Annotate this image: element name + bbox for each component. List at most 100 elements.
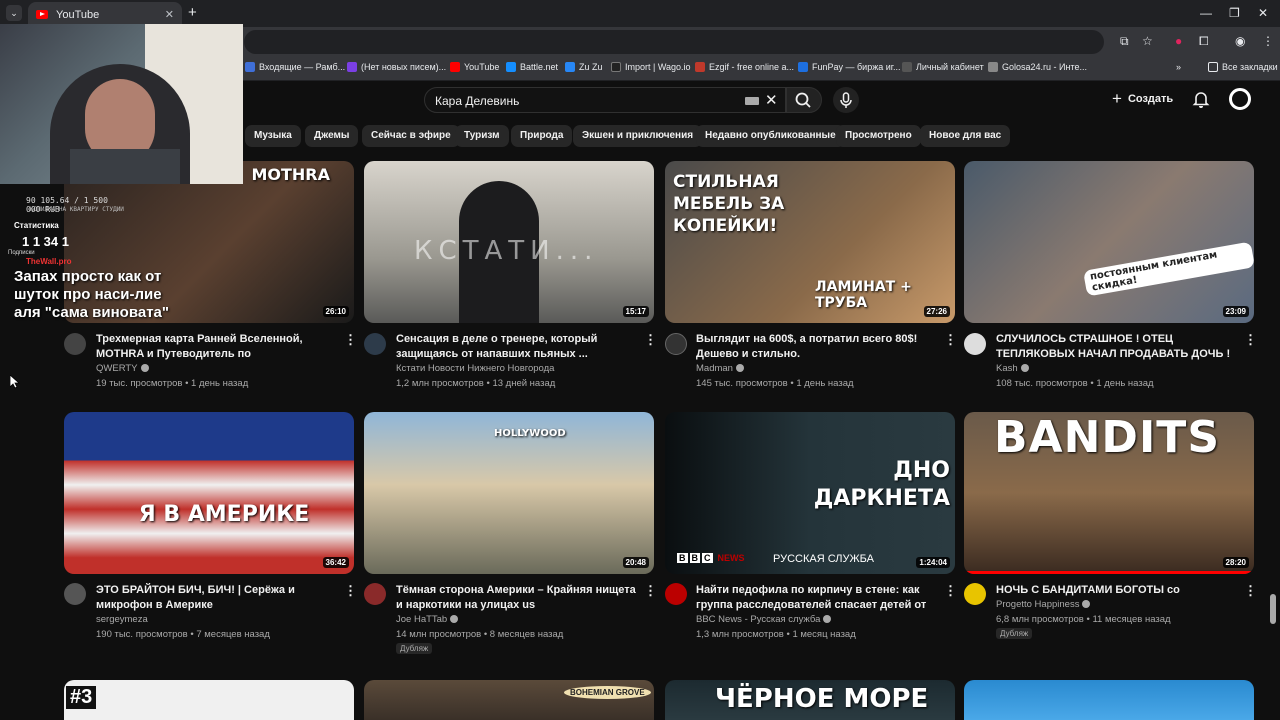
more-bookmarks-icon[interactable]: » [1176,62,1181,72]
chip-action[interactable]: Экшен и приключения [573,125,703,147]
video-thumbnail[interactable]: ЧЁРНОЕ МОРЕ [665,680,955,720]
more-actions-icon[interactable]: ⋮ [644,332,657,348]
channel-avatar[interactable] [665,583,687,605]
chip-jams[interactable]: Джемы [305,125,359,147]
more-actions-icon[interactable]: ⋮ [1244,332,1257,348]
search-button[interactable] [786,87,822,113]
more-actions-icon[interactable]: ⋮ [944,332,957,348]
channel-avatar[interactable] [964,583,986,605]
verified-icon [823,615,832,624]
duration-badge: 27:26 [923,306,950,317]
microphone-icon [840,92,852,108]
account-avatar[interactable] [1229,88,1251,110]
bookmark-star-icon[interactable]: ☆ [1142,34,1153,48]
channel-name[interactable]: Joe HaTTab [396,614,459,625]
tab-search-button[interactable]: ⌄ [6,5,22,21]
bookmark-item[interactable]: FunPay — биржа иг... [798,62,900,72]
more-actions-icon[interactable]: ⋮ [344,332,357,348]
video-thumbnail[interactable]: BANDITS 28:20 [964,412,1254,574]
video-thumbnail[interactable]: #3 [64,680,354,720]
video-title[interactable]: СЛУЧИЛОСЬ СТРАШНОЕ ! ОТЕЦ ТЕПЛЯКОВЫХ НАЧ… [996,332,1236,362]
search-box[interactable]: Кара Делевинь ✕ [424,87,786,113]
video-thumbnail[interactable] [964,680,1254,720]
video-thumbnail[interactable]: BOHEMIAN GROVE [364,680,654,720]
chip-new-for-you[interactable]: Новое для вас [920,125,1011,147]
search-input[interactable]: Кара Делевинь [435,94,519,108]
more-actions-icon[interactable]: ⋮ [1244,583,1257,599]
channel-name[interactable]: BBC News - Русская служба [696,614,832,625]
extensions-puzzle-icon[interactable]: ⧠ [1199,34,1209,49]
bookmark-item[interactable]: YouTube [450,62,499,72]
bookmark-favicon-icon [450,62,460,72]
channel-avatar[interactable] [364,583,386,605]
channel-avatar[interactable] [64,583,86,605]
bookmark-item[interactable]: (Нет новых писем)... [347,62,446,72]
channel-name[interactable]: Madman [696,363,744,374]
chip-tourism[interactable]: Туризм [455,125,509,147]
bookmark-item[interactable]: Входящие — Рамб... [245,62,345,72]
channel-avatar[interactable] [364,333,386,355]
voice-search-button[interactable] [833,87,859,113]
notifications-button[interactable] [1192,89,1210,114]
duration-badge: 20:48 [622,557,649,568]
video-thumbnail[interactable]: СТИЛЬНАЯ МЕБЕЛЬ ЗА КОПЕЙКИ! ЛАМИНАТ + ТР… [665,161,955,323]
restore-icon[interactable]: ❐ [1229,6,1240,20]
bookmark-favicon-icon [245,62,255,72]
more-actions-icon[interactable]: ⋮ [944,583,957,599]
page-scrollbar[interactable] [1270,594,1276,624]
video-title[interactable]: ЭТО БРАЙТОН БИЧ, БИЧ! | Серёжа и микрофо… [96,583,336,613]
chip-recent[interactable]: Недавно опубликованные [696,125,845,147]
chip-watched[interactable]: Просмотрено [836,125,921,147]
bookmark-item[interactable]: Личный кабинет [902,62,984,72]
profile-icon[interactable]: ◉ [1235,34,1245,48]
video-title[interactable]: Трехмерная карта Ранней Вселенной, MOTHR… [96,332,336,362]
video-title[interactable]: НОЧЬ С БАНДИТАМИ БОГОТЫ co [996,583,1236,598]
donation-goal: КОПИЛКА НА КВАРТИРУ СТУДИИ [30,206,124,213]
extension-icon[interactable]: ● [1175,34,1182,48]
minimize-icon[interactable]: — [1200,6,1212,20]
verified-icon [1082,600,1091,609]
thumb-number: #3 [66,686,97,709]
video-title[interactable]: Тёмная сторона Америки – Крайняя нищета … [396,583,636,613]
browser-menu-icon[interactable]: ⋮ [1262,34,1274,48]
channel-name[interactable]: Progetto Happiness [996,599,1091,610]
dub-badge: Дубляж [396,643,433,654]
chip-music[interactable]: Музыка [245,125,301,147]
bookmark-item[interactable]: Import | Wago.io [611,62,691,72]
channel-name[interactable]: sergeymeza [96,614,148,625]
video-thumbnail[interactable]: КСТАТИ... 15:17 [364,161,654,323]
address-bar[interactable] [244,30,1104,54]
bookmark-favicon-icon [798,62,808,72]
more-actions-icon[interactable]: ⋮ [344,583,357,599]
close-tab-icon[interactable]: ✕ [165,8,174,21]
channel-name[interactable]: Кстати Новости Нижнего Новгорода [396,363,554,374]
bookmark-item[interactable]: Golosa24.ru - Инте... [988,62,1087,72]
channel-avatar[interactable] [665,333,687,355]
bookmark-item[interactable]: Ezgif - free online a... [695,62,794,72]
close-window-icon[interactable]: ✕ [1258,6,1268,20]
video-title[interactable]: Выглядит на 600$, а потратил всего 80$! … [696,332,936,362]
clear-search-icon[interactable]: ✕ [765,91,778,109]
channel-avatar[interactable] [964,333,986,355]
video-title[interactable]: Найти педофила по кирпичу в стене: как г… [696,583,936,613]
new-tab-button[interactable]: + [188,4,197,21]
more-actions-icon[interactable]: ⋮ [644,583,657,599]
video-thumbnail[interactable]: постоянным клиентам скидка! 23:09 [964,161,1254,323]
video-thumbnail[interactable]: ДНО ДАРКНЕТА BBC NEWS РУССКАЯ СЛУЖБА 1:2… [665,412,955,574]
video-meta: 19 тыс. просмотров • 1 день назад [96,378,249,389]
bookmark-item[interactable]: Battle.net [506,62,558,72]
all-bookmarks[interactable]: Все закладки [1208,62,1278,72]
keyboard-icon[interactable] [745,97,759,105]
video-thumbnail[interactable]: Я В АМЕРИКЕ 36:42 [64,412,354,574]
bookmark-favicon-icon [988,62,998,72]
video-thumbnail[interactable]: HOLLYWOOD 20:48 [364,412,654,574]
create-button[interactable]: + Создать [1112,87,1173,111]
channel-name[interactable]: Kash [996,363,1029,374]
chip-nature[interactable]: Природа [511,125,573,147]
search-icon [795,92,811,108]
chip-live[interactable]: Сейчас в эфире [362,125,460,147]
channel-name[interactable]: QWERTY [96,363,149,374]
bookmark-item[interactable]: Zu Zu [565,62,603,72]
cast-icon[interactable]: ⧉ [1120,34,1129,49]
video-title[interactable]: Сенсация в деле о тренере, который защищ… [396,332,636,362]
